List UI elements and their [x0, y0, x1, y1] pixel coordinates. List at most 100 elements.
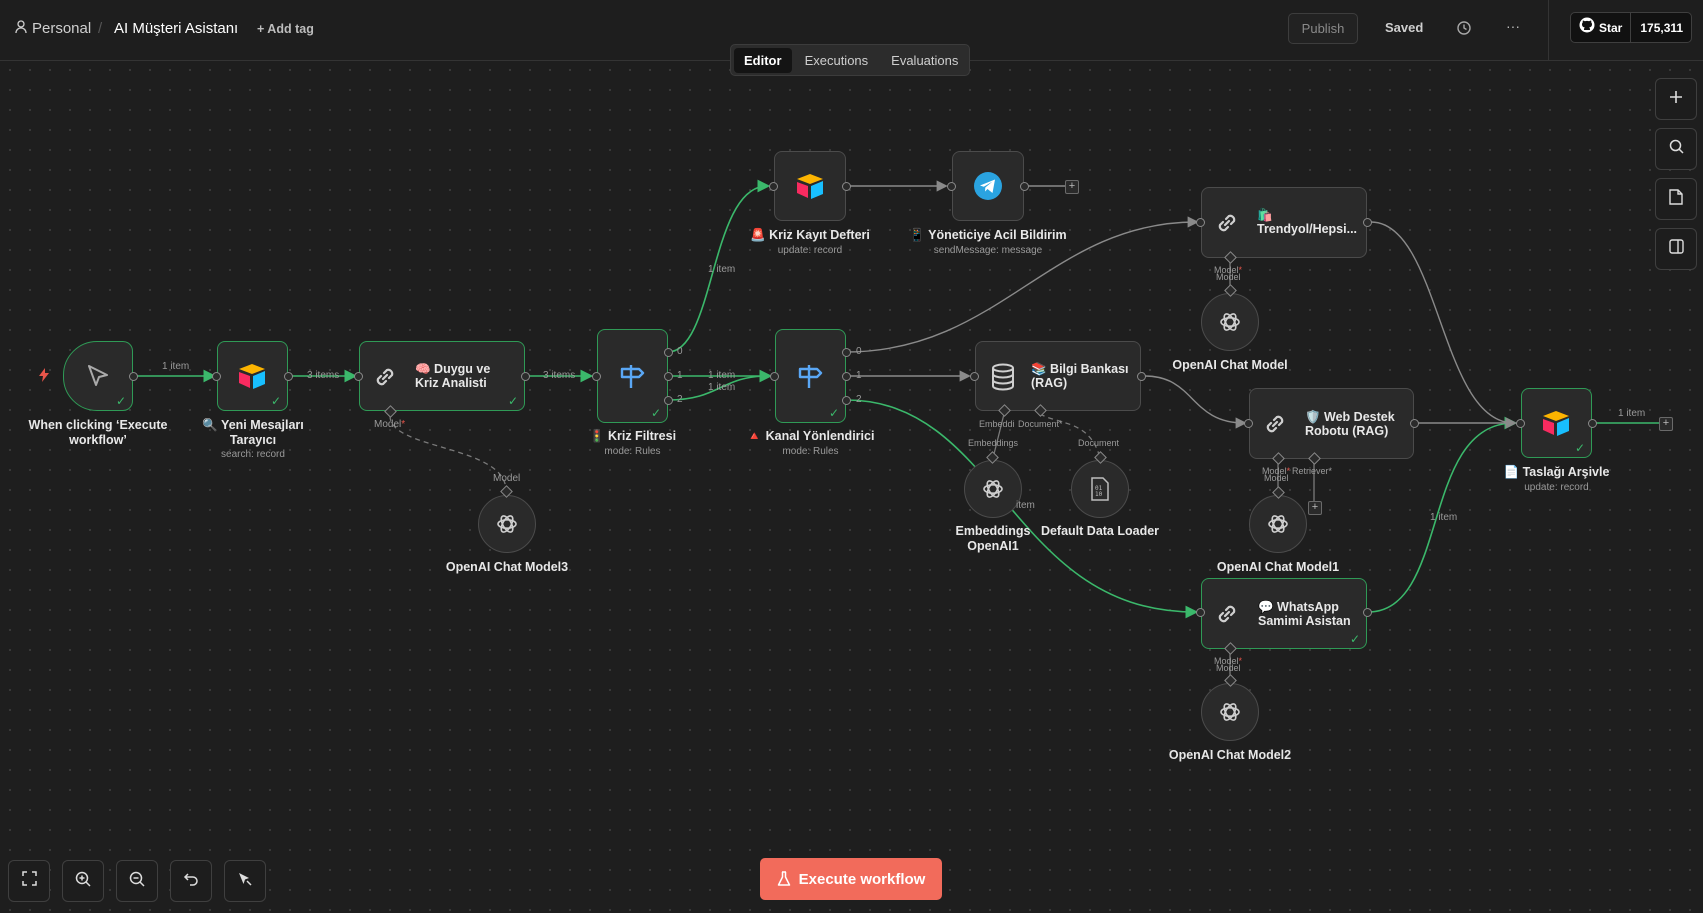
node-whatsapp-asistan[interactable]: 💬 WhatsApp Samimi Asistan ✓: [1201, 578, 1367, 649]
node-kanal-yonlendirici[interactable]: ✓: [775, 329, 846, 423]
input-port[interactable]: [1196, 218, 1205, 227]
tab-editor[interactable]: Editor: [734, 47, 792, 73]
zoom-out-button[interactable]: [116, 860, 158, 902]
input-port[interactable]: [769, 182, 778, 191]
input-port[interactable]: [592, 372, 601, 381]
output-port[interactable]: [1363, 218, 1372, 227]
output-port-2[interactable]: [842, 396, 851, 405]
model-port-label: Model*: [374, 419, 406, 430]
undo-button[interactable]: [170, 860, 212, 902]
node-subtitle: update: record: [777, 245, 843, 256]
node-manual-trigger[interactable]: ✓: [63, 341, 133, 411]
telegram-icon: [953, 152, 1022, 219]
fit-view-button[interactable]: [8, 860, 50, 902]
saved-status: Saved: [1385, 20, 1424, 35]
binary-document-icon: 01 10: [1072, 461, 1127, 516]
tab-evaluations[interactable]: Evaluations: [881, 48, 968, 73]
output-port[interactable]: [284, 372, 293, 381]
node-label: Default Data Loader: [1040, 524, 1160, 538]
node-duygu-analisti[interactable]: 🧠 Duygu ve Kriz Analisti ✓: [359, 341, 525, 411]
zoom-in-icon: [75, 871, 91, 892]
output-port[interactable]: [1410, 419, 1419, 428]
breadcrumb-separator: /: [98, 20, 103, 37]
output-port[interactable]: [1588, 419, 1597, 428]
tab-executions[interactable]: Executions: [795, 48, 879, 73]
success-check-icon: ✓: [650, 406, 661, 420]
search-icon: [1669, 139, 1684, 159]
node-subtitle: search: record: [221, 449, 285, 460]
output-port[interactable]: [1363, 608, 1372, 617]
input-port[interactable]: [1516, 419, 1525, 428]
output-port[interactable]: [1020, 182, 1029, 191]
document-port-label: Document*: [1018, 419, 1063, 429]
output-port-1[interactable]: [842, 372, 851, 381]
github-star-count: 175,311: [1640, 20, 1684, 35]
zoom-out-icon: [129, 871, 145, 892]
add-tag-button[interactable]: + Add tag: [257, 22, 314, 36]
link-icon: [1212, 599, 1242, 629]
output-label-kanal-1: 1: [856, 370, 862, 381]
node-subtitle: mode: Rules: [604, 446, 661, 457]
node-openai-chat-model[interactable]: [1201, 293, 1259, 351]
node-openai-chat-model2[interactable]: [1201, 683, 1259, 741]
item-connector-label: item: [1016, 500, 1035, 511]
search-nodes-button[interactable]: [1655, 128, 1697, 170]
history-icon[interactable]: [1456, 20, 1472, 41]
add-node-button[interactable]: +: [1065, 180, 1079, 194]
input-port[interactable]: [212, 372, 221, 381]
node-bilgi-bankasi[interactable]: 📚 Bilgi Bankası (RAG): [975, 341, 1141, 411]
node-web-destek[interactable]: 🛡️ Web Destek Robotu (RAG): [1249, 388, 1414, 459]
output-port[interactable]: [129, 372, 138, 381]
node-openai-chat-model1[interactable]: [1249, 495, 1307, 553]
edge-label-whatsapp: 1 item: [1430, 512, 1458, 523]
node-label: When clicking ‘Execute workflow’: [28, 418, 168, 447]
zoom-in-button[interactable]: [62, 860, 104, 902]
output-port-2[interactable]: [664, 396, 673, 405]
node-kriz-filtresi[interactable]: ✓: [597, 329, 668, 423]
edge-label-filter-1: 1 item: [708, 370, 736, 381]
link-icon: [370, 362, 400, 392]
node-label: 🔍 Yeni Mesajları Tarayıcı: [202, 418, 304, 447]
output-port-0[interactable]: [664, 348, 673, 357]
node-yeni-mesajlar[interactable]: ✓: [217, 341, 288, 411]
sticky-note-button[interactable]: [1655, 178, 1697, 220]
edge-bilgi-webdestek: [1144, 375, 1247, 429]
execute-workflow-button[interactable]: Execute workflow: [760, 858, 942, 900]
input-port[interactable]: [970, 372, 979, 381]
plus-icon: [1669, 90, 1683, 109]
panel-icon: [1668, 239, 1684, 259]
add-node-button[interactable]: +: [1659, 417, 1673, 431]
publish-button[interactable]: Publish: [1288, 13, 1358, 44]
node-embeddings-openai1[interactable]: [964, 460, 1022, 518]
input-port[interactable]: [1196, 608, 1205, 617]
edge-label-taslak: 1 item: [1618, 408, 1646, 419]
input-port[interactable]: [1244, 419, 1253, 428]
node-kriz-kayit-defteri[interactable]: [774, 151, 846, 221]
node-trendyol-agent[interactable]: 🛍️ Trendyol/Hepsi...: [1201, 187, 1367, 258]
output-port[interactable]: [842, 182, 851, 191]
breadcrumb-project[interactable]: Personal: [32, 20, 91, 37]
output-port[interactable]: [1137, 372, 1146, 381]
node-taslak-arsivle[interactable]: ✓: [1521, 388, 1592, 458]
workflow-title[interactable]: AI Müşteri Asistanı: [114, 20, 238, 37]
input-port[interactable]: [354, 372, 363, 381]
more-options-button[interactable]: ···: [1506, 18, 1520, 34]
github-star-button[interactable]: Star: [1571, 13, 1632, 42]
add-retriever-button[interactable]: +: [1308, 501, 1322, 515]
edge-label-filter-0: 1 item: [708, 264, 736, 275]
input-port[interactable]: [947, 182, 956, 191]
output-label-kanal-0: 0: [856, 346, 862, 357]
github-star-widget[interactable]: Star 175,311: [1570, 12, 1692, 43]
success-check-icon: ✓: [115, 394, 126, 408]
node-openai-chat-model3[interactable]: [478, 495, 536, 553]
node-default-data-loader[interactable]: 01 10: [1071, 460, 1129, 518]
add-node-panel-button[interactable]: [1655, 78, 1697, 120]
input-port[interactable]: [770, 372, 779, 381]
output-port-0[interactable]: [842, 348, 851, 357]
database-icon: [988, 362, 1018, 392]
node-yonetici-bildirim[interactable]: [952, 151, 1024, 221]
clean-up-button[interactable]: [224, 860, 266, 902]
output-port-1[interactable]: [664, 372, 673, 381]
output-port[interactable]: [521, 372, 530, 381]
toggle-panel-button[interactable]: [1655, 228, 1697, 270]
